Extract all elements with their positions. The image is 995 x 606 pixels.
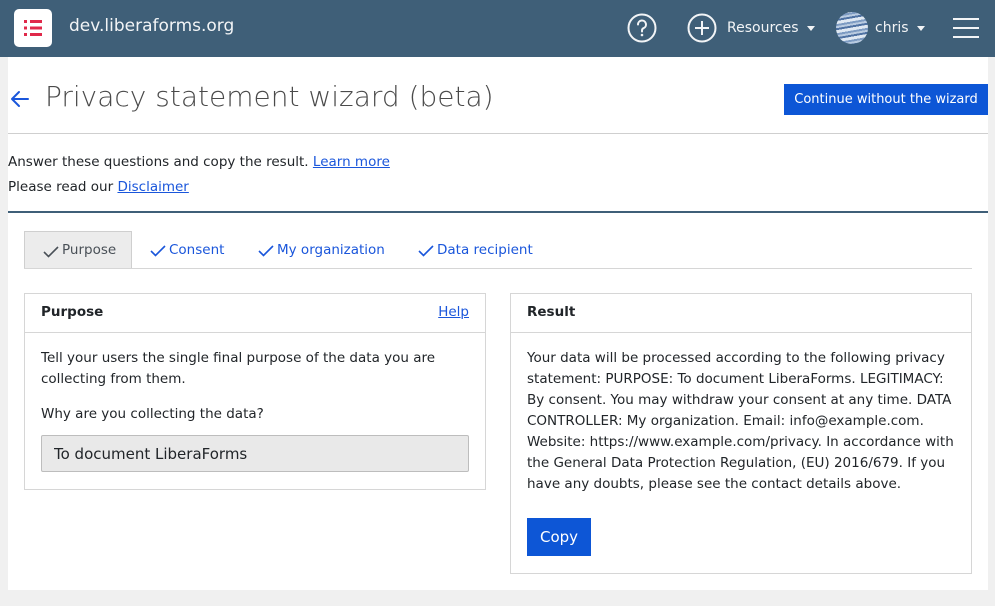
- intro-text: Answer these questions and copy the resu…: [8, 150, 390, 200]
- site-name[interactable]: dev.liberaforms.org: [69, 15, 234, 37]
- card-header: Purpose Help: [25, 294, 485, 333]
- tab-consent[interactable]: Consent: [132, 231, 240, 268]
- help-icon[interactable]: [627, 13, 657, 43]
- purpose-description: Tell your users the single final purpose…: [41, 350, 436, 387]
- section-divider: [8, 211, 988, 213]
- check-icon: [258, 245, 274, 257]
- card-title: Result: [527, 304, 576, 320]
- result-text: Your data will be processed according to…: [527, 350, 954, 492]
- hamburger-menu-icon[interactable]: [953, 18, 979, 38]
- tab-label: Consent: [169, 241, 225, 258]
- back-arrow-icon[interactable]: [10, 90, 30, 108]
- caret-down-icon: [806, 25, 815, 31]
- top-navbar: dev.liberaforms.org Resources chris: [0, 0, 995, 57]
- main-content: Privacy statement wizard (beta) Continue…: [8, 57, 988, 590]
- check-icon: [43, 245, 59, 258]
- intro-line-1: Answer these questions and copy the resu…: [8, 154, 309, 170]
- purpose-question: Why are you collecting the data?: [41, 406, 264, 422]
- caret-down-icon: [916, 25, 925, 31]
- resources-dropdown[interactable]: Resources: [687, 13, 815, 43]
- avatar: [836, 12, 868, 44]
- wizard-tabs: Purpose Consent My organization Data rec…: [24, 231, 972, 269]
- result-card: Result Your data will be processed accor…: [510, 293, 972, 574]
- tab-data-recipient[interactable]: Data recipient: [400, 231, 550, 268]
- continue-without-wizard-button[interactable]: Continue without the wizard: [784, 84, 988, 115]
- tab-my-organization[interactable]: My organization: [240, 231, 400, 268]
- tab-label: Purpose: [62, 242, 117, 258]
- divider: [8, 133, 988, 134]
- plus-circle-icon: [687, 13, 717, 43]
- tab-purpose[interactable]: Purpose: [24, 231, 132, 268]
- disclaimer-link[interactable]: Disclaimer: [117, 179, 188, 195]
- user-dropdown[interactable]: chris: [836, 12, 925, 44]
- tab-label: My organization: [277, 241, 385, 258]
- purpose-input[interactable]: [41, 435, 469, 472]
- list-logo-icon[interactable]: [14, 9, 52, 47]
- purpose-card: Purpose Help Tell your users the single …: [24, 293, 486, 490]
- copy-button[interactable]: Copy: [527, 518, 591, 556]
- page-title: Privacy statement wizard (beta): [45, 80, 494, 113]
- check-icon: [418, 245, 434, 257]
- intro-line-2: Please read our: [8, 179, 114, 195]
- check-icon: [150, 245, 166, 257]
- user-label: chris: [875, 20, 909, 36]
- help-link[interactable]: Help: [438, 304, 469, 320]
- tab-label: Data recipient: [437, 241, 533, 258]
- card-title: Purpose: [41, 304, 104, 320]
- card-header: Result: [511, 294, 971, 333]
- resources-label: Resources: [727, 20, 799, 36]
- learn-more-link[interactable]: Learn more: [313, 154, 390, 170]
